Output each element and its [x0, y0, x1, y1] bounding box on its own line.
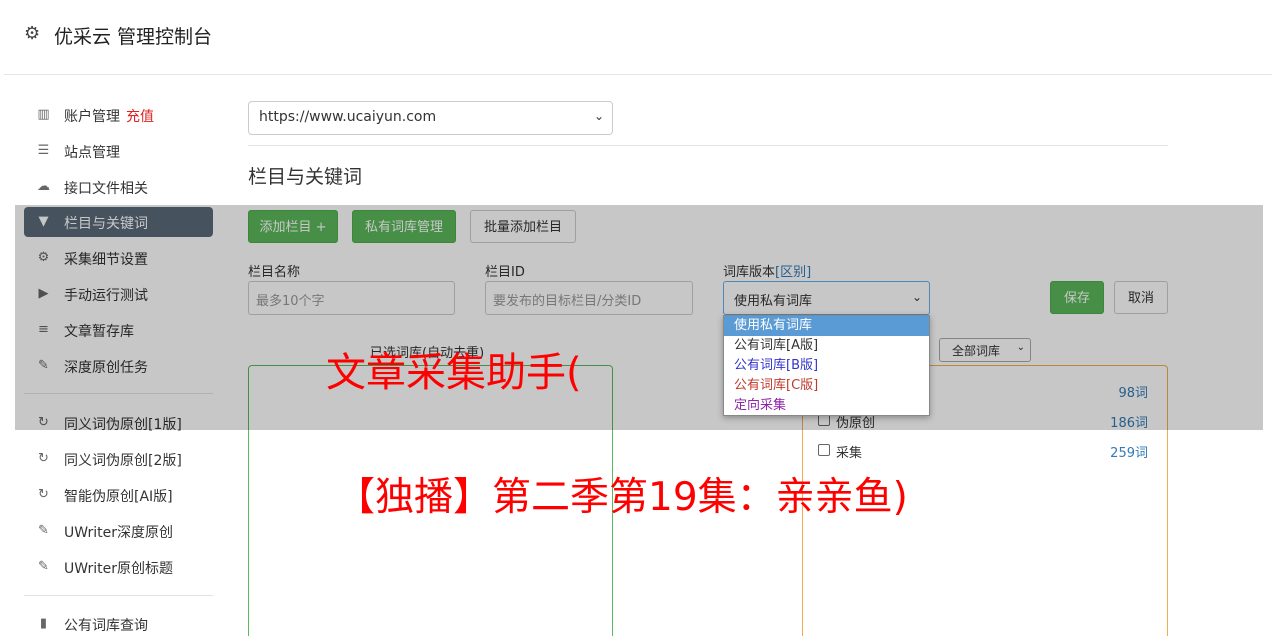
library-count: 98词 — [1118, 386, 1148, 401]
sidebar-item-label: 站点管理 — [64, 145, 120, 161]
bar-chart-icon: ▥ — [37, 107, 50, 122]
chevron-down-icon: ⌄ — [1016, 342, 1025, 353]
refresh-icon: ↻ — [38, 487, 49, 502]
dropdown-option-directed[interactable]: 定向采集 — [724, 396, 929, 416]
library-filter-select[interactable]: 全部词库 ⌄ — [939, 338, 1031, 362]
library-name: 采集 — [836, 446, 863, 461]
sidebar-item-label: UWriter深度原创 — [64, 525, 173, 541]
divider — [248, 145, 1168, 146]
server-icon: ☰ — [37, 143, 50, 158]
sidebar-item-uwriter-deep[interactable]: ✎ UWriter深度原创 — [24, 516, 213, 546]
library-filter-value: 全部词库 — [952, 344, 1001, 358]
sidebar-item-account[interactable]: ▥ 账户管理 充值 — [24, 100, 213, 130]
sidebar-item-ai-rewrite[interactable]: ↻ 智能伪原创[AI版] — [24, 480, 213, 510]
watermark-line-1: 文章采集助手( — [326, 350, 582, 396]
dropdown-option-public-c[interactable]: 公有词库[C版] — [724, 376, 929, 396]
sidebar-item-label: 文章暂存库 — [64, 324, 134, 340]
sidebar-item-label: 手动运行测试 — [64, 288, 148, 304]
sidebar-item-synonym-v1[interactable]: ↻ 同义词伪原创[1版] — [24, 408, 213, 438]
sidebar-item-label: 公有词库查询 — [64, 618, 148, 634]
batch-add-button[interactable]: 批量添加栏目 — [470, 210, 576, 243]
cloud-upload-icon: ☁ — [37, 179, 50, 194]
watermark-line-2: 【独播】第二季第19集：亲亲鱼) — [336, 475, 908, 520]
library-version-label: 词库版本[区别] — [723, 265, 812, 280]
sidebar-item-synonym-v2[interactable]: ↻ 同义词伪原创[2版] — [24, 444, 213, 474]
recharge-link[interactable]: 充值 — [126, 109, 154, 125]
dropdown-option-private[interactable]: 使用私有词库 — [724, 316, 929, 336]
edit-icon: ✎ — [38, 559, 49, 574]
sidebar-item-label: 账户管理 — [64, 109, 120, 125]
play-icon: ▶ — [38, 286, 49, 301]
sidebar-item-interface-files[interactable]: ☁ 接口文件相关 — [24, 172, 213, 202]
database-icon: ≡ — [38, 322, 49, 337]
save-button[interactable]: 保存 — [1050, 281, 1104, 314]
book-icon: ▮ — [39, 616, 48, 631]
library-count: 186词 — [1110, 416, 1148, 431]
cancel-button[interactable]: 取消 — [1114, 281, 1168, 314]
sidebar-item-article-store[interactable]: ≡ 文章暂存库 — [24, 315, 213, 345]
filter-icon: ▼ — [38, 214, 49, 229]
private-library-button[interactable]: 私有词库管理 — [352, 210, 456, 243]
library-count: 259词 — [1110, 446, 1148, 461]
sidebar-item-public-lib[interactable]: ▮ 公有词库查询 — [24, 609, 213, 636]
cogs-icon: ⚙ — [37, 250, 50, 265]
console-title: 优采云 管理控制台 — [54, 26, 213, 48]
refresh-icon: ↻ — [38, 451, 49, 466]
refresh-icon: ↻ — [38, 415, 49, 430]
sidebar-item-label: UWriter原创标题 — [64, 561, 173, 577]
sidebar-item-label: 采集细节设置 — [64, 252, 148, 268]
edit-icon: ✎ — [38, 523, 49, 538]
edit-icon: ✎ — [38, 358, 49, 373]
library-version-select[interactable]: 使用私有词库 ⌄ — [723, 281, 930, 315]
page-title: 栏目与关键词 — [248, 166, 363, 188]
sidebar-item-label: 栏目与关键词 — [64, 216, 148, 232]
sidebar-item-label: 智能伪原创[AI版] — [64, 489, 173, 505]
sidebar-item-deep-original[interactable]: ✎ 深度原创任务 — [24, 351, 213, 381]
library-checkbox[interactable] — [818, 444, 830, 456]
sidebar-item-collect-settings[interactable]: ⚙ 采集细节设置 — [24, 243, 213, 273]
chevron-down-icon: ⌄ — [593, 109, 604, 123]
sidebar-item-label: 同义词伪原创[1版] — [64, 417, 182, 433]
sidebar-item-manual-run[interactable]: ▶ 手动运行测试 — [24, 279, 213, 309]
gear-icon: ⚙ — [24, 23, 41, 44]
sidebar-divider — [24, 595, 213, 596]
library-version-value: 使用私有词库 — [734, 294, 813, 309]
sidebar-item-label: 深度原创任务 — [64, 360, 148, 376]
add-column-button[interactable]: 添加栏目 + — [248, 210, 338, 243]
sidebar-item-label: 接口文件相关 — [64, 181, 148, 197]
sidebar-item-label: 同义词伪原创[2版] — [64, 453, 182, 469]
site-select-value: https://www.ucaiyun.com — [259, 109, 437, 125]
sidebar-item-sites[interactable]: ☰ 站点管理 — [24, 136, 213, 166]
top-header: ⚙ 优采云 管理控制台 — [4, 4, 1272, 75]
dropdown-option-public-b[interactable]: 公有词库[B版] — [724, 356, 929, 376]
library-version-dropdown[interactable]: 使用私有词库 公有词库[A版] 公有词库[B版] 公有词库[C版] 定向采集 — [723, 315, 930, 416]
column-id-label: 栏目ID — [485, 265, 525, 280]
dropdown-option-public-a[interactable]: 公有词库[A版] — [724, 336, 929, 356]
sidebar-divider — [24, 393, 213, 394]
column-name-label: 栏目名称 — [248, 265, 301, 280]
sidebar-item-uwriter-title[interactable]: ✎ UWriter原创标题 — [24, 552, 213, 582]
column-id-input[interactable]: 要发布的目标栏目/分类ID — [485, 281, 693, 315]
difference-link[interactable]: [区别] — [775, 265, 811, 280]
sidebar-item-columns-keywords[interactable]: ▼ 栏目与关键词 — [24, 207, 213, 237]
chevron-down-icon: ⌄ — [911, 290, 922, 304]
site-select[interactable]: https://www.ucaiyun.com ⌄ — [248, 101, 613, 135]
column-name-input[interactable]: 最多10个字 — [248, 281, 455, 315]
library-row[interactable]: 采集 259词 — [818, 441, 1150, 461]
